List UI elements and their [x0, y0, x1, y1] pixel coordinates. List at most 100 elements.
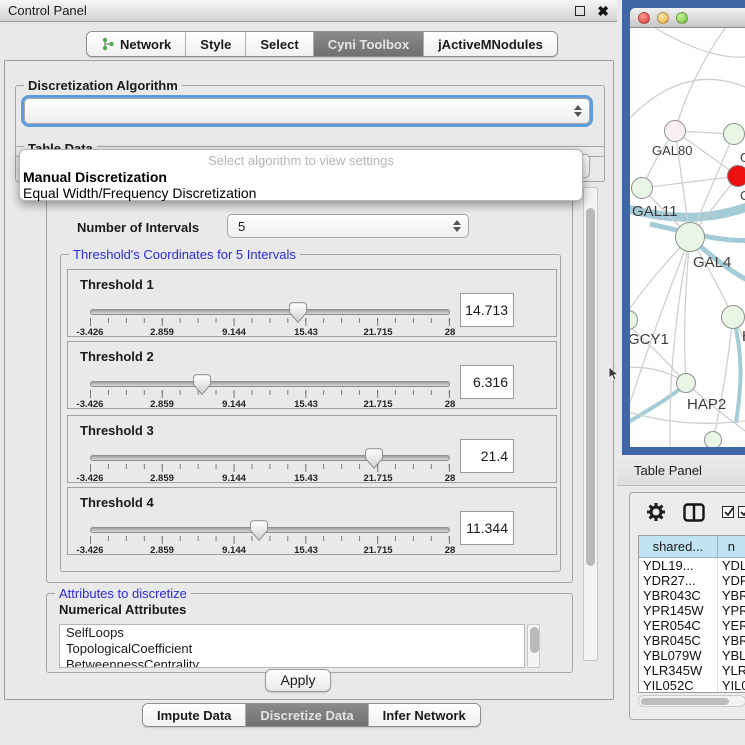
node-label-g: G.	[740, 150, 745, 165]
tick-label: -3.426	[77, 327, 104, 338]
table-row[interactable]: YDR27... YDR2	[639, 573, 745, 588]
threshold-1-label: Threshold 1	[80, 277, 154, 292]
tab-impute-data[interactable]: Impute Data	[143, 704, 245, 726]
number-of-intervals-combobox[interactable]: 5	[227, 214, 469, 238]
thresholds-coordinates-group-label: Threshold's Coordinates for 5 Intervals	[69, 247, 300, 262]
tab-infer-network[interactable]: Infer Network	[368, 704, 480, 726]
dropdown-item-equal-width-frequency[interactable]: Equal Width/Frequency Discretization	[23, 185, 256, 201]
threshold-2-value-field[interactable]: 6.316	[460, 365, 514, 399]
tick-label: 2.859	[150, 399, 174, 410]
tick-label: 2.859	[150, 327, 174, 338]
number-of-intervals-label: Number of Intervals	[77, 220, 199, 235]
tab-jactivemnodules-label: jActiveMNodules	[438, 37, 543, 52]
table-row[interactable]: YLR345W YLR3	[639, 663, 745, 678]
tick-label: 15.43	[294, 473, 318, 484]
tick-label: -3.426	[77, 545, 104, 556]
list-item-betweennesscentrality[interactable]: BetweennessCentrality	[60, 657, 524, 668]
tick-label: 15.43	[294, 399, 318, 410]
network-canvas[interactable]: GAL80 G. GAL11 C GAL4 GCY1 H HAP2	[630, 28, 745, 447]
tab-select[interactable]: Select	[245, 32, 312, 56]
threshold-2-slider[interactable]	[90, 381, 450, 387]
tick-label: 9.144	[222, 327, 246, 338]
node-label-hap2: HAP2	[687, 396, 726, 413]
close-traffic-light-icon[interactable]	[638, 12, 650, 24]
settings-vertical-scrollbar[interactable]	[583, 187, 598, 661]
thresholds-coordinates-group: Threshold's Coordinates for 5 Intervals …	[60, 254, 561, 572]
discretization-algorithm-group-label: Discretization Algorithm	[24, 78, 182, 93]
cell: YPR145W	[639, 603, 718, 618]
threshold-3-slider[interactable]	[90, 455, 450, 461]
checkbox-icon[interactable]	[722, 506, 734, 518]
gear-icon[interactable]	[646, 502, 666, 522]
table-row[interactable]: YDL19... YDL1	[639, 558, 745, 573]
threshold-3-value-field[interactable]: 21.4	[460, 439, 514, 473]
tick-label: 21.715	[363, 327, 392, 338]
cell: YDL19...	[639, 558, 718, 573]
list-item-topologicalcoefficient[interactable]: TopologicalCoefficient	[60, 641, 524, 657]
node-hap2[interactable]	[676, 373, 696, 393]
table-row[interactable]: YIL052C YIL0	[639, 678, 745, 693]
tick-label: 2.859	[150, 473, 174, 484]
threshold-1-panel: Threshold 1 -3.426 2.859 9.144 15.43	[67, 269, 557, 337]
split-panel-icon[interactable]	[683, 503, 705, 522]
threshold-1-value-field[interactable]: 14.713	[460, 293, 514, 327]
attributes-list-scrollbar[interactable]	[527, 624, 540, 668]
bottom-tabbar: Impute Data Discretize Data Infer Networ…	[142, 703, 481, 727]
cell: YLR345W	[639, 663, 718, 678]
checkbox-icon[interactable]	[738, 506, 745, 518]
dropdown-placeholder-item[interactable]: Select algorithm to view settings	[20, 153, 582, 168]
tick-label: 9.144	[222, 399, 246, 410]
threshold-4-value-field[interactable]: 11.344	[460, 511, 514, 545]
tick-label: 28	[445, 399, 456, 410]
cell: YDR2	[718, 573, 745, 588]
cyni-toolbox-panel: Discretization Algorithm Select algorith…	[4, 60, 614, 700]
tick-label: 15.43	[294, 545, 318, 556]
float-window-icon[interactable]	[575, 6, 585, 16]
dropdown-item-manual-discretization[interactable]: Manual Discretization	[23, 169, 167, 185]
tab-cyni-toolbox[interactable]: Cyni Toolbox	[313, 32, 423, 56]
node-h[interactable]	[721, 305, 745, 329]
tick-label: 21.715	[363, 545, 392, 556]
close-icon[interactable]: ✖	[597, 6, 609, 16]
table-row[interactable]: YER054C YER0	[639, 618, 745, 633]
threshold-4-slider[interactable]	[90, 527, 450, 533]
node-label-gal11: GAL11	[632, 203, 678, 220]
tab-cyni-toolbox-label: Cyni Toolbox	[328, 37, 409, 52]
node-label-gcy1: GCY1	[630, 331, 669, 348]
slider-tick-axis: -3.426 2.859 9.144 15.43 21.715 28	[90, 464, 450, 482]
node-bottom-partial[interactable]	[704, 431, 722, 447]
tick-label: 28	[445, 473, 456, 484]
slider-tick-axis: -3.426 2.859 9.144 15.43 21.715 28	[90, 536, 450, 554]
minimize-traffic-light-icon[interactable]	[657, 12, 669, 24]
node-selected-red[interactable]	[727, 165, 745, 187]
threshold-1-slider[interactable]	[90, 309, 450, 315]
column-header-name[interactable]: n	[718, 536, 745, 558]
slider-tick-axis: -3.426 2.859 9.144 15.43 21.715 28	[90, 318, 450, 336]
table-row[interactable]: YPR145W YPR1	[639, 603, 745, 618]
threshold-4-label: Threshold 4	[80, 495, 154, 510]
node-gal7[interactable]	[723, 123, 745, 145]
node-gal80[interactable]	[664, 120, 686, 142]
node-gal11[interactable]	[631, 177, 653, 199]
number-of-intervals-value: 5	[238, 219, 245, 234]
tab-discretize-data-label: Discretize Data	[260, 708, 353, 723]
column-header-shared-name[interactable]: shared...	[639, 536, 718, 558]
tab-jactivemnodules[interactable]: jActiveMNodules	[423, 32, 557, 56]
table-horizontal-scrollbar[interactable]	[638, 695, 745, 707]
tick-label: 15.43	[294, 327, 318, 338]
combo-stepper-icon	[453, 220, 461, 232]
table-row[interactable]: YBR043C YBR0	[639, 588, 745, 603]
list-item-selfloops[interactable]: SelfLoops	[60, 625, 524, 641]
table-row[interactable]: YBL079W YBL0	[639, 648, 745, 663]
node-gal4[interactable]	[675, 222, 705, 252]
tab-style[interactable]: Style	[185, 32, 245, 56]
cell: YBR0	[718, 633, 745, 648]
tab-discretize-data[interactable]: Discretize Data	[245, 704, 367, 726]
zoom-traffic-light-icon[interactable]	[676, 12, 688, 24]
apply-button[interactable]: Apply	[265, 669, 331, 692]
numerical-attributes-list: SelfLoops TopologicalCoefficient Between…	[59, 624, 525, 668]
tab-network[interactable]: Network	[87, 32, 185, 56]
algorithm-combobox[interactable]	[24, 98, 590, 124]
cell: YIL052C	[639, 678, 718, 693]
table-row[interactable]: YBR045C YBR0	[639, 633, 745, 648]
